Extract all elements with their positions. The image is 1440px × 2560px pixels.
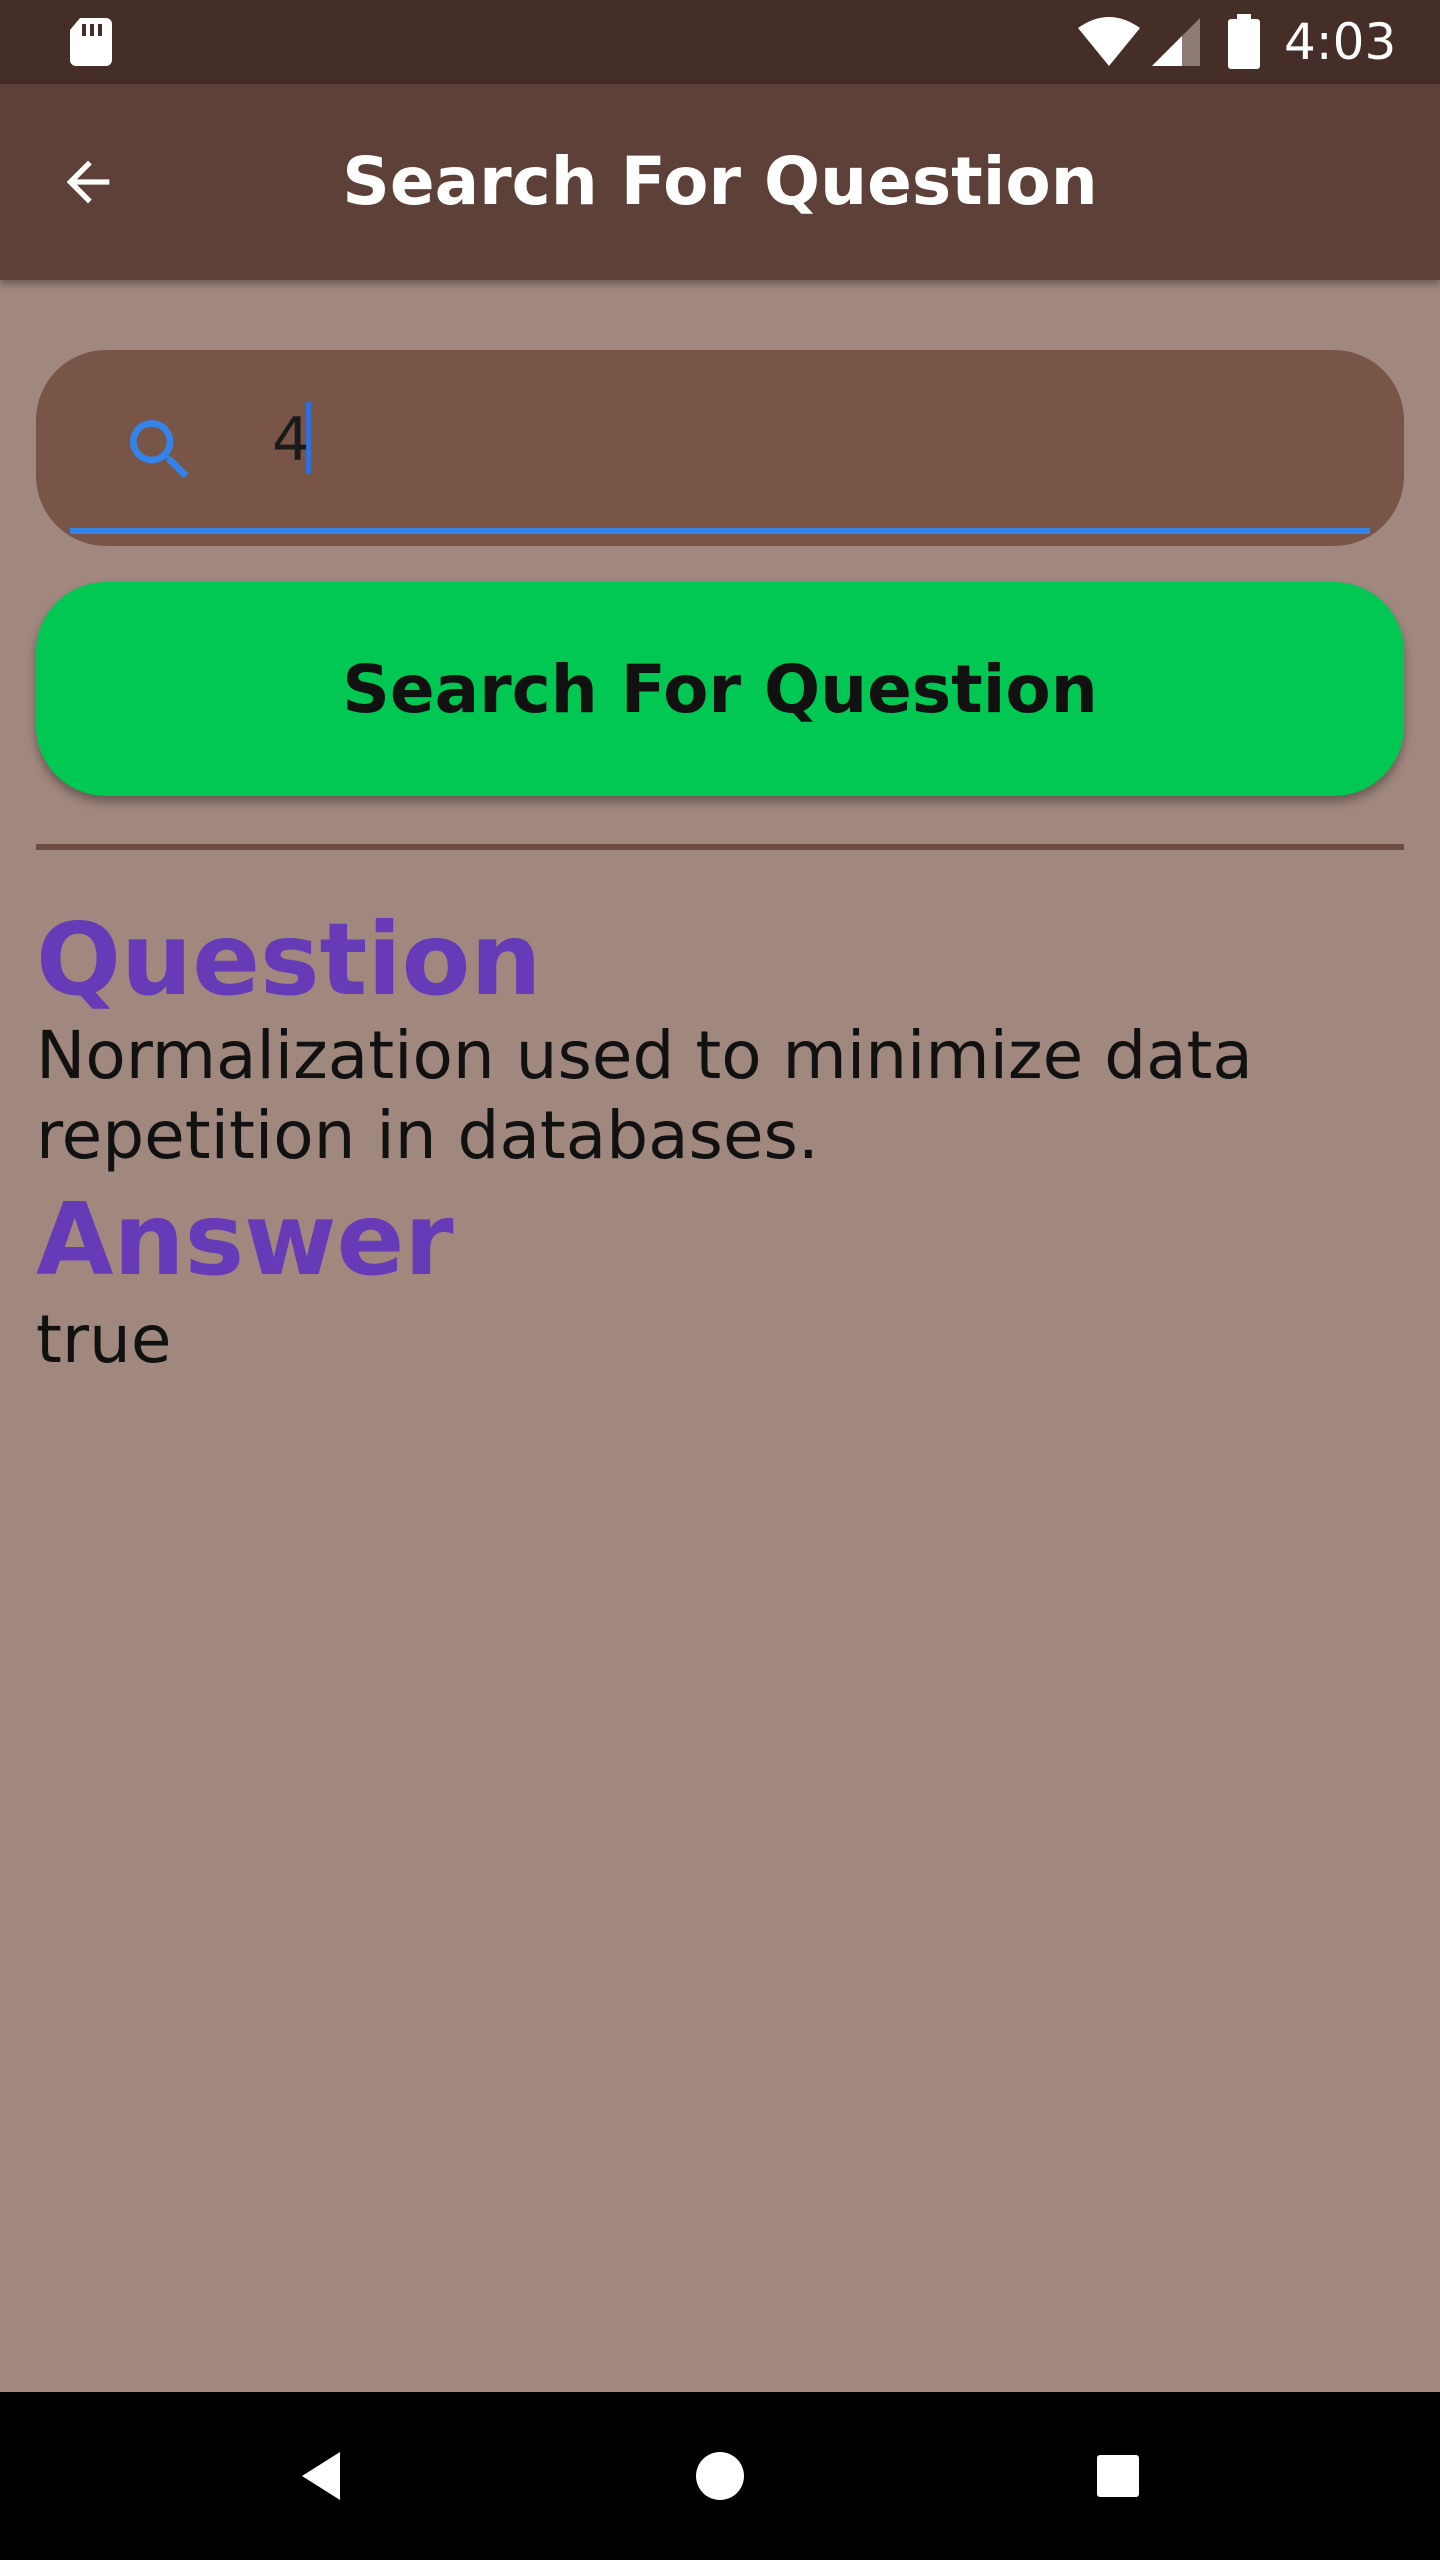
- divider: [36, 844, 1404, 850]
- nav-home-button[interactable]: [670, 2426, 770, 2526]
- nav-recents-button[interactable]: [1068, 2426, 1168, 2526]
- nav-recents-icon: [1097, 2455, 1139, 2497]
- nav-back-button[interactable]: [272, 2426, 372, 2526]
- nav-home-icon: [696, 2452, 744, 2500]
- status-time: 4:03: [1284, 13, 1397, 71]
- back-button[interactable]: [40, 134, 136, 230]
- sd-card-icon: [70, 18, 112, 66]
- answer-text: true: [36, 1301, 172, 1378]
- app-bar: Search For Question: [0, 84, 1440, 280]
- wifi-icon: [1078, 17, 1140, 66]
- text-cursor: [306, 402, 311, 474]
- nav-back-icon: [302, 2452, 340, 2500]
- status-bar: 4:03: [0, 0, 1440, 84]
- answer-heading: Answer: [36, 1181, 454, 1298]
- arrow-back-icon: [66, 160, 110, 204]
- search-input[interactable]: [272, 390, 1312, 490]
- search-focus-underline: [70, 528, 1370, 534]
- question-text: Normalization used to minimize data repe…: [36, 1017, 1253, 1174]
- search-icon: [130, 420, 189, 479]
- search-for-question-button[interactable]: Search For Question: [36, 582, 1404, 796]
- search-field[interactable]: [36, 350, 1404, 546]
- question-heading: Question: [36, 901, 542, 1018]
- navigation-bar: [0, 2392, 1440, 2560]
- page-title: Search For Question: [342, 143, 1098, 220]
- cell-signal-icon: [1152, 18, 1200, 66]
- battery-icon: [1228, 14, 1260, 69]
